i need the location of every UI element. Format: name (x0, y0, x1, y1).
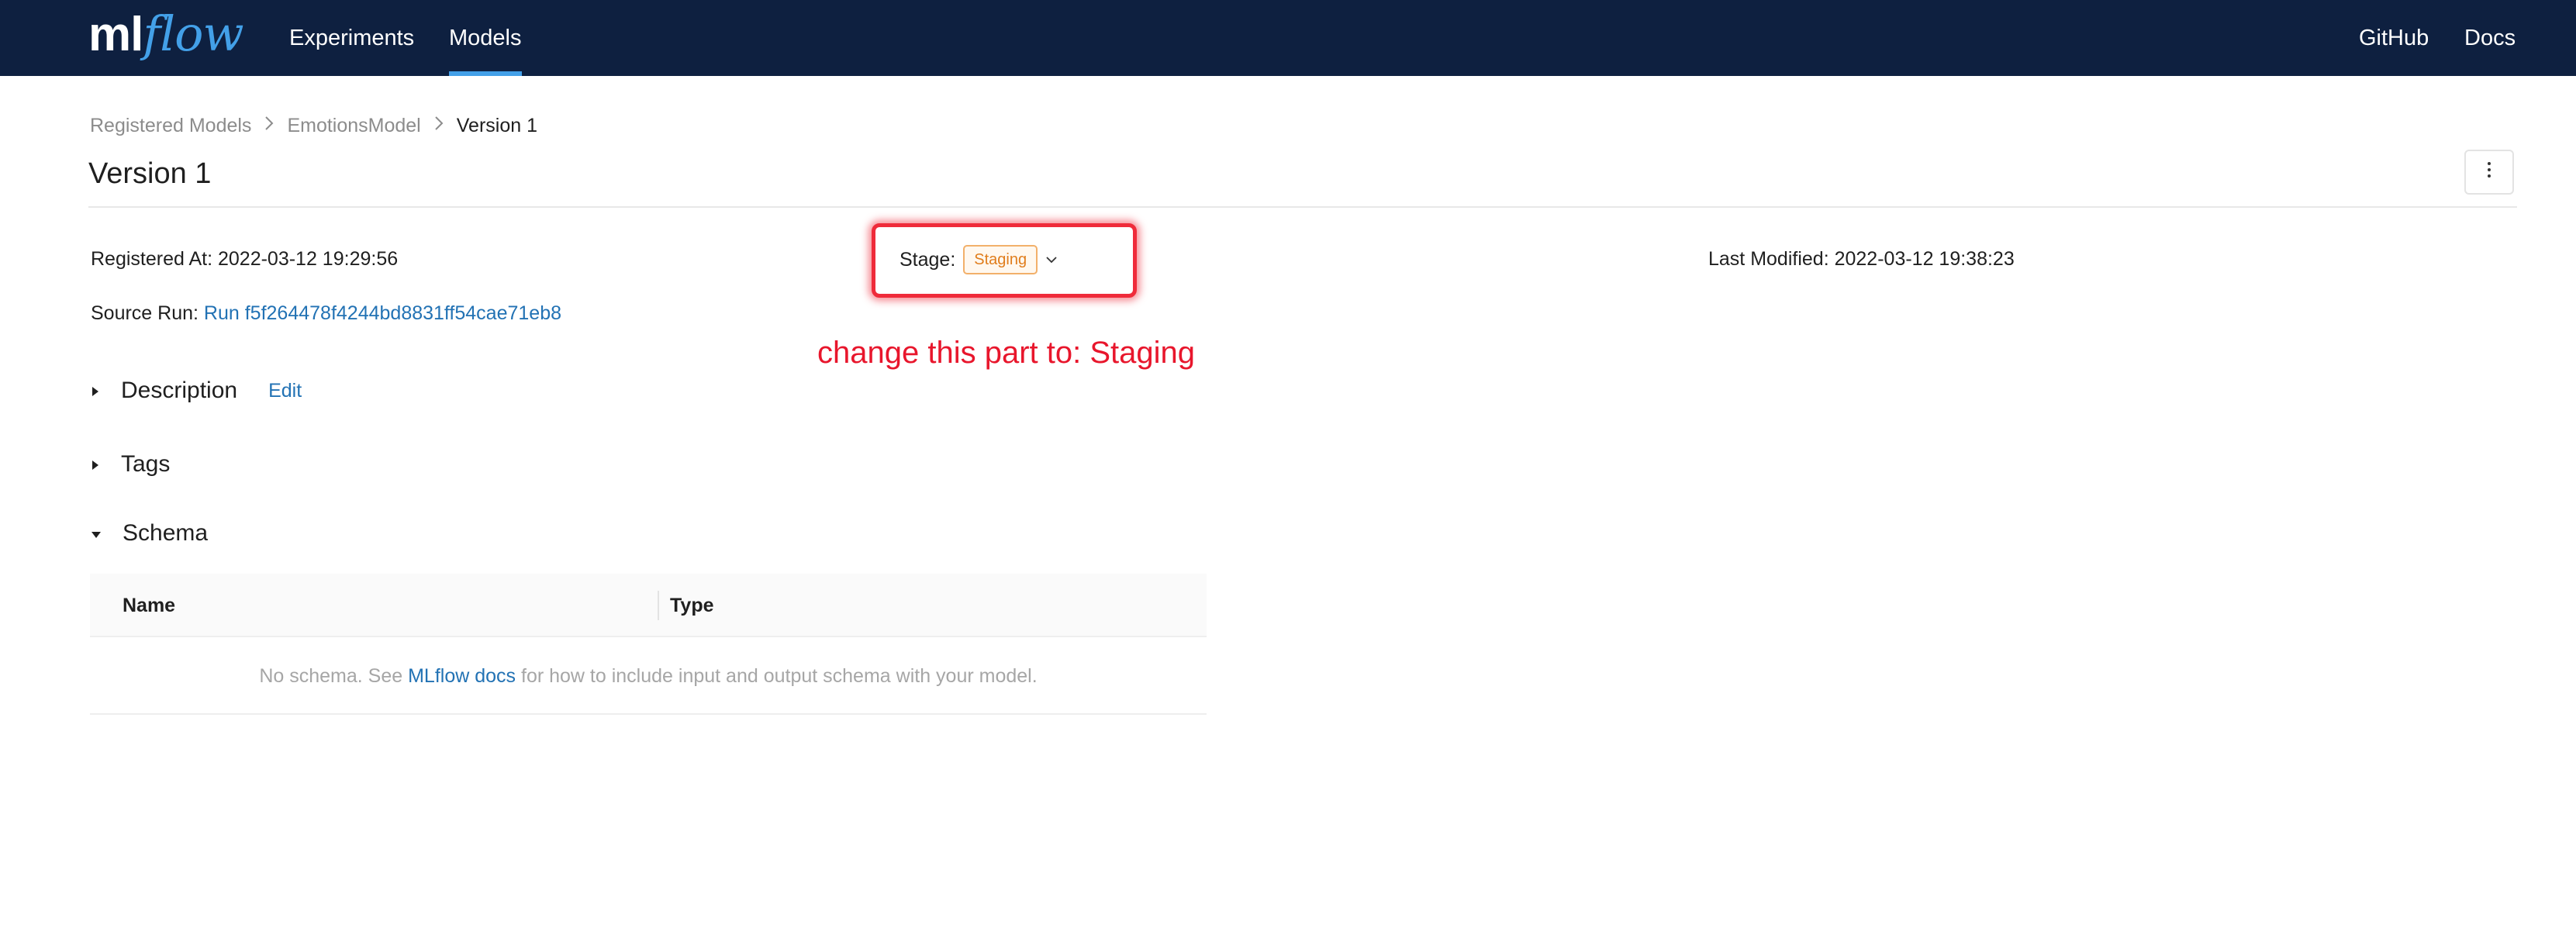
more-options-button[interactable] (2464, 150, 2514, 195)
stage-label: Stage: (900, 248, 956, 271)
nav-docs-link[interactable]: Docs (2464, 0, 2516, 76)
schema-section-title: Schema (123, 520, 209, 546)
registered-at-label: Registered At: (91, 248, 213, 270)
page-title: Version 1 (88, 157, 212, 190)
caret-right-icon (90, 451, 101, 478)
chevron-right-icon (433, 115, 444, 136)
stage-tag[interactable]: Staging (963, 245, 1038, 274)
schema-empty-prefix: No schema. See (259, 665, 409, 687)
nav-models-link[interactable]: Models (449, 0, 522, 76)
nav-experiments-link[interactable]: Experiments (289, 0, 414, 76)
breadcrumb: Registered Models EmotionsModel Version … (90, 112, 537, 140)
description-section-header[interactable]: Description Edit (90, 374, 302, 408)
source-run-label: Source Run: (91, 302, 199, 324)
last-modified-label: Last Modified: (1708, 248, 1829, 270)
last-modified: Last Modified: 2022-03-12 19:38:23 (1708, 245, 2015, 273)
mlflow-logo[interactable]: mlflow (88, 3, 244, 65)
schema-section-header[interactable]: Schema (90, 516, 208, 550)
stage-field: Stage: Staging (900, 245, 1058, 274)
tags-section-header[interactable]: Tags (90, 447, 170, 481)
nav-github-link[interactable]: GitHub (2359, 0, 2429, 76)
registered-at-value: 2022-03-12 19:29:56 (217, 248, 399, 270)
mlflow-docs-link[interactable]: MLflow docs (408, 665, 516, 687)
description-edit-link[interactable]: Edit (268, 380, 302, 402)
title-divider (88, 206, 2517, 208)
annotation-text: change this part to: Staging (817, 336, 1195, 370)
schema-table-header: Name Type (90, 574, 1207, 637)
source-run: Source Run: Run f5f264478f4244bd8831ff54… (91, 299, 561, 327)
last-modified-value: 2022-03-12 19:38:23 (1834, 248, 2015, 270)
breadcrumb-current-version: Version 1 (456, 114, 537, 136)
caret-down-icon (90, 520, 102, 547)
breadcrumb-registered-models[interactable]: Registered Models (90, 115, 251, 137)
top-navbar: mlflow Experiments Models GitHub Docs (0, 0, 2576, 76)
schema-empty-suffix: for how to include input and output sche… (516, 665, 1038, 687)
logo-flow-text: flow (143, 5, 243, 62)
registered-at: Registered At: 2022-03-12 19:29:56 (91, 245, 398, 273)
column-header-name: Name (123, 595, 176, 616)
column-header-type: Type (670, 595, 714, 616)
breadcrumb-model-name[interactable]: EmotionsModel (287, 115, 420, 137)
tags-section-title: Tags (121, 451, 171, 477)
schema-empty-row: No schema. See MLflow docs for how to in… (90, 637, 1207, 715)
chevron-right-icon (264, 115, 275, 136)
caret-right-icon (90, 378, 101, 404)
logo-ml-text: ml (88, 8, 143, 61)
more-vertical-icon (2487, 161, 2491, 183)
chevron-down-icon[interactable] (1045, 249, 1058, 271)
column-separator (658, 591, 659, 620)
source-run-link[interactable]: Run f5f264478f4244bd8831ff54cae71eb8 (204, 302, 561, 324)
description-section-title: Description (121, 378, 238, 403)
